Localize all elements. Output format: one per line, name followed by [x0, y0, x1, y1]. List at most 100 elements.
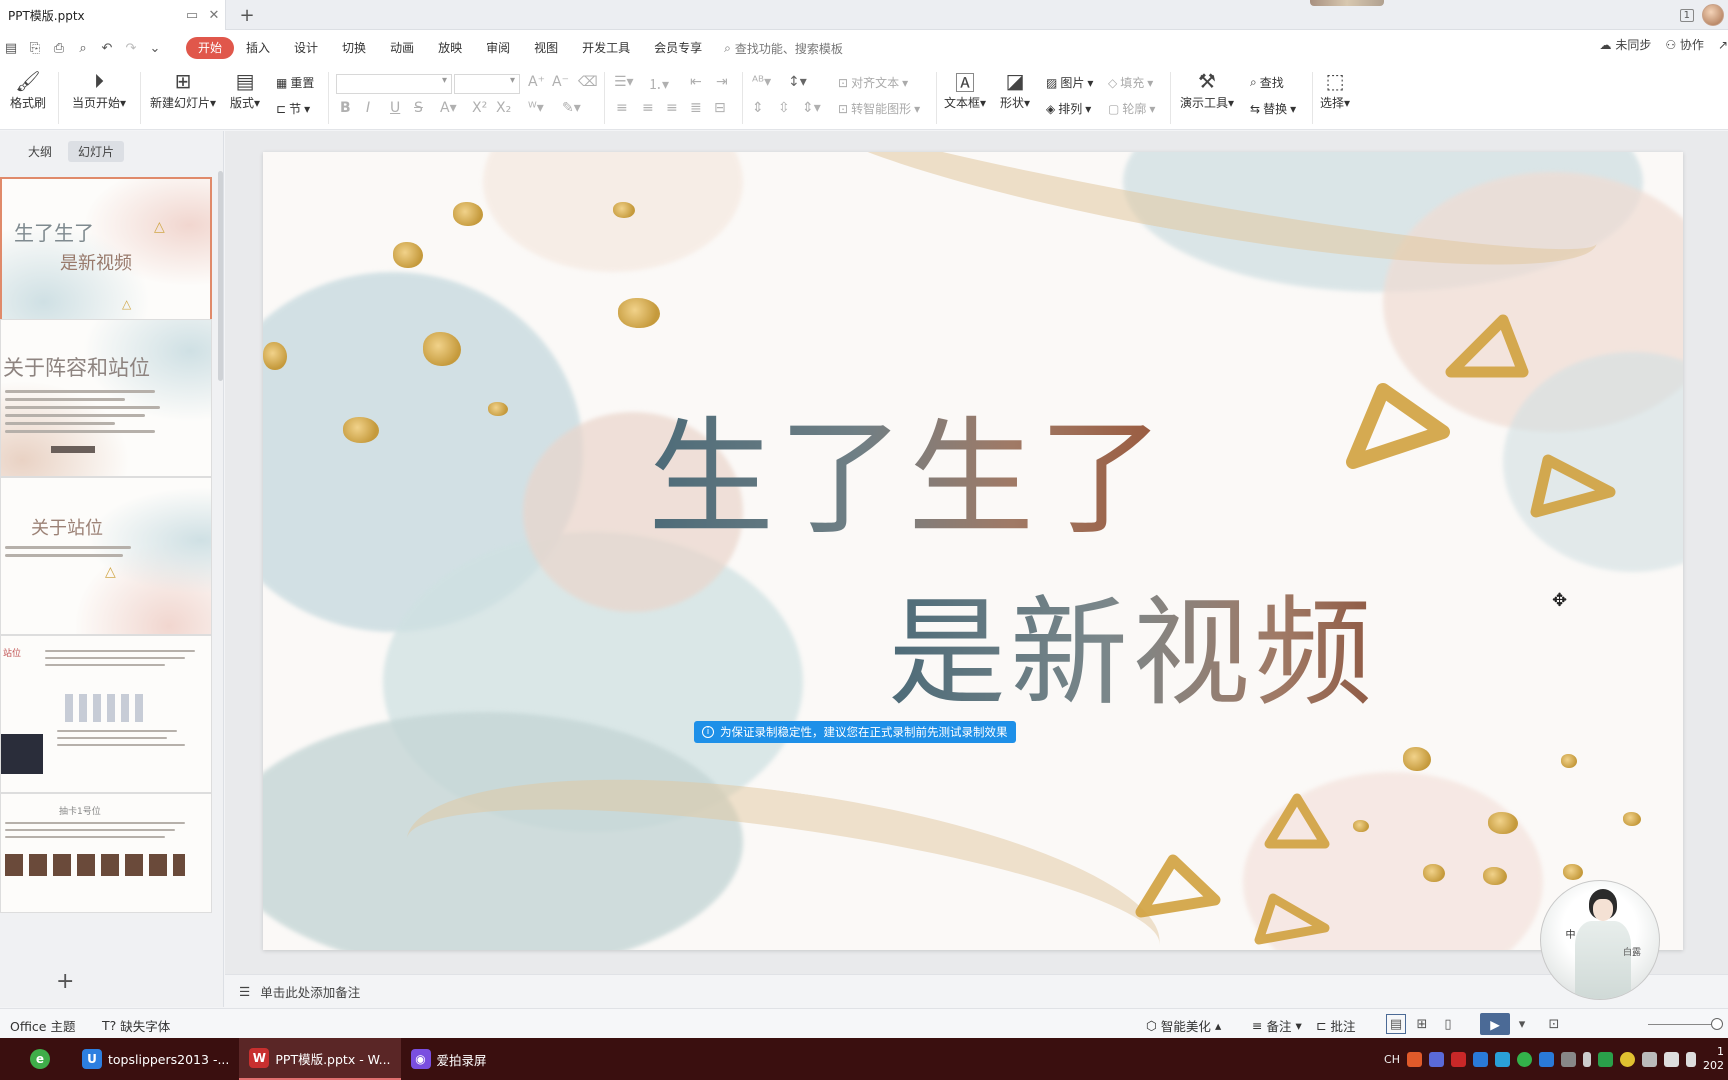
new-slide-button[interactable]: ⊞ 新建幻灯片▾ [150, 68, 216, 111]
sort-icon[interactable]: ↕▾ [788, 74, 807, 90]
theme-name[interactable]: Office 主题 [10, 1016, 75, 1035]
panel-scrollbar[interactable] [218, 171, 223, 381]
tray-app-icon[interactable] [1620, 1051, 1635, 1067]
tray-app-icon[interactable] [1429, 1051, 1444, 1067]
slide[interactable]: 生了生了 是新视频 [263, 152, 1683, 950]
distribute-icon[interactable]: ⊟ [714, 100, 726, 116]
mascot-widget[interactable]: 中 白露 [1540, 880, 1660, 1000]
smartart-button[interactable]: ⊡ 转智能图形 ▾ [838, 100, 920, 117]
present-tool-button[interactable]: ⚒ 演示工具▾ [1180, 68, 1234, 111]
textbox-button[interactable]: 🄰 文本框▾ [944, 68, 986, 111]
zoom-slider-handle[interactable] [1711, 1018, 1723, 1030]
microphone-icon[interactable] [1583, 1051, 1591, 1067]
sync-status[interactable]: ☁ 未同步 [1599, 36, 1651, 53]
align-left-icon[interactable]: ≡ [616, 100, 628, 116]
customize-chevron-icon[interactable]: ⌄ [146, 39, 164, 57]
beautify-button[interactable]: ⬡ 智能美化 ▴ [1146, 1016, 1221, 1035]
bold-icon[interactable]: B [340, 100, 351, 116]
export-icon[interactable]: ⎘ [26, 39, 44, 57]
superscript-icon[interactable]: X² [472, 100, 487, 116]
function-search[interactable]: ⌕ 查找功能、搜索模板 [724, 40, 843, 57]
input-language[interactable]: CH [1384, 1053, 1400, 1066]
subscript-icon[interactable]: X₂ [496, 100, 511, 116]
slide-thumbnail[interactable]: 关于阵容和站位 [0, 319, 212, 477]
italic-icon[interactable]: I [366, 100, 370, 116]
decrease-indent-icon[interactable]: ⇤ [690, 74, 702, 90]
layout-button[interactable]: ▤ 版式▾ [230, 68, 260, 111]
play-slideshow-button[interactable]: ▶ [1480, 1013, 1510, 1035]
section-button[interactable]: ⊏ 节 ▾ [276, 100, 310, 117]
increase-indent-icon[interactable]: ⇥ [716, 74, 728, 90]
menu-insert[interactable]: 插入 [234, 37, 282, 59]
tray-app-icon[interactable] [1561, 1051, 1576, 1067]
new-tab-button[interactable]: + [236, 4, 258, 26]
user-tray-icon[interactable] [1642, 1051, 1657, 1067]
print-preview-icon[interactable]: ⌕ [74, 39, 92, 57]
phonetic-icon[interactable]: ᵂ▾ [528, 100, 544, 116]
replace-button[interactable]: ⇆ 替换 ▾ [1250, 100, 1296, 117]
play-current-button[interactable]: ⏵ 当页开始▾ [72, 68, 126, 111]
taskbar-item-recorder[interactable]: ◉ 爱拍录屏 [401, 1038, 497, 1080]
shrink-font-icon[interactable]: A⁻ [552, 74, 569, 90]
slide-title[interactable]: 生了生了 [648, 377, 1168, 559]
undo-icon[interactable]: ↶ [98, 39, 116, 57]
comment-button[interactable]: ⊏ 批注 [1316, 1016, 1356, 1035]
tray-wps-icon[interactable] [1451, 1051, 1466, 1067]
menu-animation[interactable]: 动画 [378, 37, 426, 59]
document-tab[interactable]: PPT模版.pptx ▭ ✕ [0, 0, 226, 30]
recording-tip-toast[interactable]: i 为保证录制稳定性，建议您在正式录制前先测试录制效果 [694, 721, 1016, 743]
spacing-more-icon[interactable]: ⇕▾ [802, 100, 821, 116]
play-options-chevron-icon[interactable]: ▾ [1512, 1014, 1532, 1034]
picture-button[interactable]: ▨ 图片 ▾ [1046, 74, 1093, 91]
menu-home[interactable]: 开始 [186, 37, 235, 59]
menu-view[interactable]: 视图 [522, 37, 570, 59]
close-tab-icon[interactable]: ✕ [203, 4, 225, 26]
collab-button[interactable]: ⚇ 协作 [1665, 36, 1704, 53]
slide-thumbnail[interactable]: 站位 [0, 635, 212, 793]
normal-view-icon[interactable]: ▤ [1386, 1014, 1406, 1034]
font-color-icon[interactable]: A▾ [440, 100, 457, 116]
fit-window-icon[interactable]: ⊡ [1544, 1014, 1564, 1034]
menu-review[interactable]: 审阅 [474, 37, 522, 59]
reset-button[interactable]: ▦ 重置 [276, 74, 314, 91]
text-direction-icon[interactable]: ᴬᴮ▾ [752, 74, 771, 90]
notes-toggle[interactable]: ≡ 备注 ▾ [1252, 1016, 1302, 1035]
browser-icon[interactable]: e [30, 1049, 50, 1069]
justify-icon[interactable]: ≣ [690, 100, 702, 116]
user-avatar[interactable] [1702, 4, 1724, 26]
find-button[interactable]: ⌕ 查找 [1250, 74, 1284, 91]
outline-button[interactable]: ▢ 轮廓 ▾ [1108, 100, 1155, 117]
tray-app-icon[interactable] [1407, 1051, 1422, 1067]
wechat-icon[interactable] [1517, 1051, 1532, 1067]
format-painter-button[interactable]: 🖌 格式刷 [10, 68, 46, 111]
menu-developer[interactable]: 开发工具 [570, 37, 642, 59]
tray-app-icon[interactable] [1539, 1051, 1554, 1067]
highlight-icon[interactable]: ✎▾ [562, 100, 581, 116]
align-right-icon[interactable]: ≡ [666, 100, 678, 116]
align-center-icon[interactable]: ≡ [642, 100, 654, 116]
volume-icon[interactable] [1686, 1051, 1696, 1067]
align-text-button[interactable]: ⊡ 对齐文本 ▾ [838, 74, 908, 91]
arrange-button[interactable]: ◈ 排列 ▾ [1046, 100, 1091, 117]
taskbar-item-wps[interactable]: W PPT模版.pptx - W... [239, 1038, 401, 1080]
print-icon[interactable]: ⎙ [50, 39, 68, 57]
numbered-list-icon[interactable]: ⒈▾ [648, 74, 669, 94]
network-icon[interactable] [1664, 1051, 1679, 1067]
sorter-view-icon[interactable]: ⊞ [1412, 1014, 1432, 1034]
save-icon[interactable]: ▤ [2, 39, 20, 57]
missing-font-button[interactable]: T? 缺失字体 [102, 1016, 170, 1035]
shape-button[interactable]: ◪ 形状▾ [1000, 68, 1030, 111]
strikethrough-icon[interactable]: S [414, 100, 423, 116]
slide-thumbnail[interactable]: 生了生了 是新视频 △ △ [0, 177, 212, 335]
slide-subtitle[interactable]: 是新视频 [888, 557, 1376, 728]
tray-app-icon[interactable] [1473, 1051, 1488, 1067]
menu-member[interactable]: 会员专享 [642, 37, 714, 59]
clear-format-icon[interactable]: ⌫ [578, 74, 598, 90]
line-spacing-icon[interactable]: ⇕ [752, 100, 764, 116]
zoom-slider[interactable] [1648, 1024, 1714, 1025]
clock[interactable]: 1 202 [1703, 1045, 1724, 1073]
fill-button[interactable]: ◇ 填充 ▾ [1108, 74, 1153, 91]
para-spacing-icon[interactable]: ⇳ [778, 100, 790, 116]
share-icon[interactable]: ↗ [1718, 38, 1728, 52]
bullet-list-icon[interactable]: ☰▾ [614, 74, 634, 90]
